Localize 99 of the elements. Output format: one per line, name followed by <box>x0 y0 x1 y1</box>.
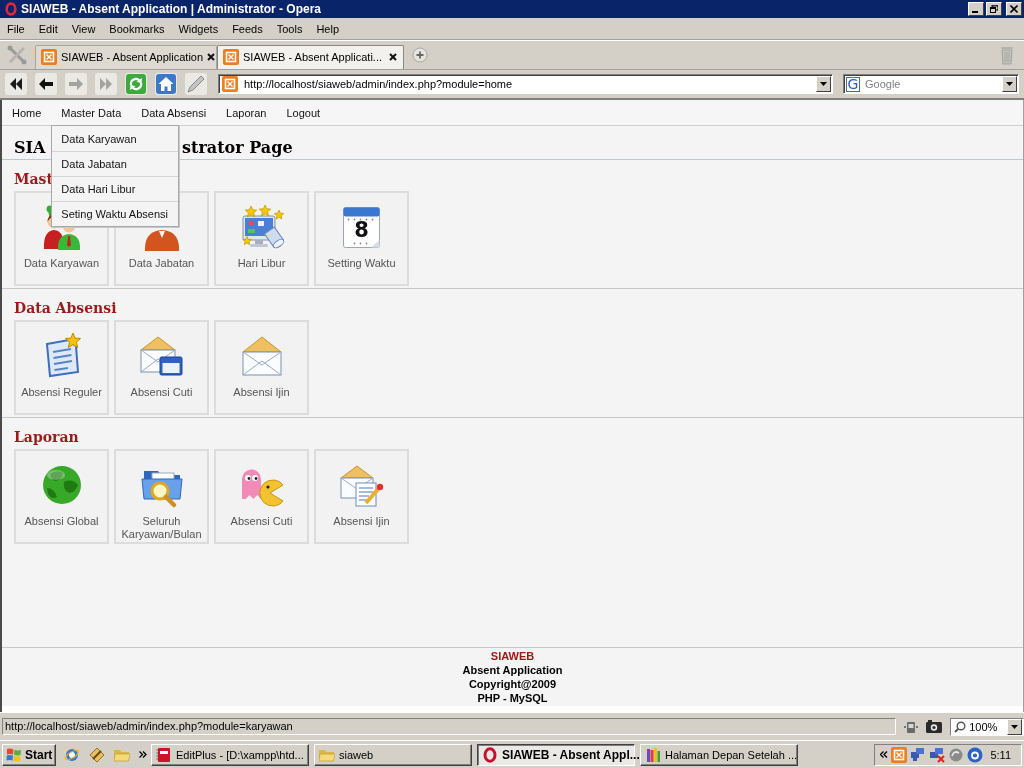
section-title: Mast <box>14 171 53 187</box>
rewind-button[interactable] <box>5 73 27 95</box>
person-icon <box>144 227 179 251</box>
shortcut-card[interactable]: Absensi Cuti <box>214 449 309 544</box>
plus-icon <box>412 47 428 63</box>
site-logo-icon <box>222 76 238 92</box>
home-icon <box>156 74 176 94</box>
opera-icon <box>4 2 18 16</box>
new-tab-button[interactable] <box>412 47 428 63</box>
dropdown-button[interactable] <box>1007 718 1022 735</box>
disc-icon[interactable] <box>967 746 983 763</box>
double-chevron-icon[interactable] <box>880 751 888 758</box>
address-field[interactable]: http://localhost/siaweb/admin/index.php?module=home <box>218 74 833 94</box>
shortcut-card[interactable]: Absensi Cuti <box>114 320 209 415</box>
shortcut-card[interactable]: Absensi Global <box>14 449 109 544</box>
fast-forward-icon <box>99 78 113 90</box>
menu-item[interactable]: Data Karyawan <box>52 126 179 151</box>
section-title: Laporan <box>14 429 79 445</box>
forward-icon <box>69 78 83 90</box>
device-icon[interactable] <box>904 719 919 734</box>
clock-time: 5:11 <box>990 748 1011 761</box>
notebook-icon <box>156 746 172 763</box>
close-button[interactable] <box>1006 2 1022 16</box>
footer-title: SIAWEB <box>490 649 535 663</box>
section-title: Data Absensi <box>14 300 117 316</box>
close-icon[interactable] <box>207 53 216 61</box>
shortcut-card[interactable]: Absensi Reguler <box>14 320 109 415</box>
caret-icon <box>820 82 827 86</box>
network-error-icon[interactable] <box>929 746 945 763</box>
menu-item[interactable]: Seting Waktu Absensi <box>52 201 179 226</box>
orbit-icon[interactable] <box>64 746 80 763</box>
shortcut-card[interactable]: Absensi Ijin <box>214 320 309 415</box>
books-icon <box>645 746 661 763</box>
status-text: http://localhost/siaweb/admin/index.php?module=karyawan <box>2 718 897 735</box>
footer-text: Copyright@2009 <box>468 677 557 691</box>
menu-item[interactable]: Feeds <box>225 20 270 37</box>
reload-button[interactable] <box>125 73 147 95</box>
browser-tab[interactable]: SIAWEB - Absent Application <box>35 44 217 69</box>
rewind-icon <box>9 78 23 90</box>
caret-icon <box>1011 724 1018 729</box>
nav-link[interactable]: Data Absensi <box>131 100 217 125</box>
shortcut-card[interactable]: Hari Libur <box>214 191 309 286</box>
start-button[interactable]: Start <box>2 743 56 766</box>
menu-item[interactable]: Data Hari Libur <box>52 176 179 201</box>
calendar-day-number: 8 <box>354 219 369 241</box>
nav-link[interactable]: Master Data <box>51 100 132 125</box>
back-button[interactable] <box>35 73 57 95</box>
site-logo-icon <box>41 49 57 65</box>
edit-button[interactable] <box>185 73 207 95</box>
menu-item[interactable]: Widgets <box>171 20 226 37</box>
menu-item[interactable]: Bookmarks <box>102 20 172 37</box>
minimize-button[interactable] <box>968 2 984 16</box>
shortcut-card[interactable]: 8 Setting Waktu <box>314 191 409 286</box>
double-chevron-icon[interactable] <box>139 751 147 758</box>
menu-item[interactable]: Edit <box>31 20 65 37</box>
nav-link[interactable]: Logout <box>276 100 331 125</box>
calendar-icon <box>343 206 380 248</box>
pencil-icon <box>186 74 206 94</box>
caret-icon <box>1006 82 1013 86</box>
back-icon <box>39 78 53 90</box>
menu-item[interactable]: Tools <box>269 20 310 37</box>
restore-button[interactable] <box>986 2 1002 16</box>
restore-icon <box>990 5 998 13</box>
site-logo-icon <box>891 746 907 763</box>
menu-item[interactable]: View <box>64 20 103 37</box>
swirl-icon[interactable] <box>948 746 964 763</box>
page-title: SIA <box>14 136 46 159</box>
footer-text: Absent Application <box>462 663 563 677</box>
window-title: SIAWEB - Absent Application | Administrator - Opera <box>21 2 322 16</box>
dropdown-button[interactable] <box>1002 76 1017 92</box>
diamond-icon[interactable] <box>89 746 105 763</box>
browser-tab[interactable]: SIAWEB - Absent Applicati... <box>217 44 404 69</box>
search-field[interactable]: G Google <box>843 74 1019 94</box>
magnifier-icon <box>954 720 967 733</box>
reload-icon <box>126 74 146 94</box>
shortcut-card[interactable]: Absensi Ijin <box>314 449 409 544</box>
taskbar-button[interactable]: siaweb <box>314 743 472 766</box>
menu-item[interactable]: Help <box>309 20 347 37</box>
close-icon <box>1010 5 1018 13</box>
taskbar-button[interactable]: EditPlus - [D:\xampp\htd... <box>151 743 309 766</box>
network-icon[interactable] <box>910 746 926 763</box>
camera-icon[interactable] <box>926 719 943 734</box>
nav-link[interactable]: Home <box>2 100 52 125</box>
tools-icon <box>7 45 27 65</box>
shortcut-card[interactable]: Seluruh Karyawan/Bulan <box>114 449 209 544</box>
dropdown-button[interactable] <box>816 76 831 92</box>
taskbar-button[interactable]: Halaman Depan Setelah ... <box>640 743 798 766</box>
home-button[interactable] <box>155 73 177 95</box>
menu-item[interactable]: File <box>0 20 32 37</box>
close-icon[interactable] <box>389 53 397 61</box>
windows-flag-icon <box>6 746 22 763</box>
search-engine-logo: G <box>846 76 860 92</box>
opera-icon <box>482 746 498 763</box>
menu-item[interactable]: Data Jabatan <box>52 151 179 176</box>
zoom-field[interactable]: 100% <box>950 717 1024 736</box>
site-logo-icon <box>223 49 239 65</box>
nav-link[interactable]: Laporan <box>216 100 277 125</box>
footer-text: PHP - MySQL <box>477 691 548 705</box>
page-title: strator Page <box>182 136 293 159</box>
